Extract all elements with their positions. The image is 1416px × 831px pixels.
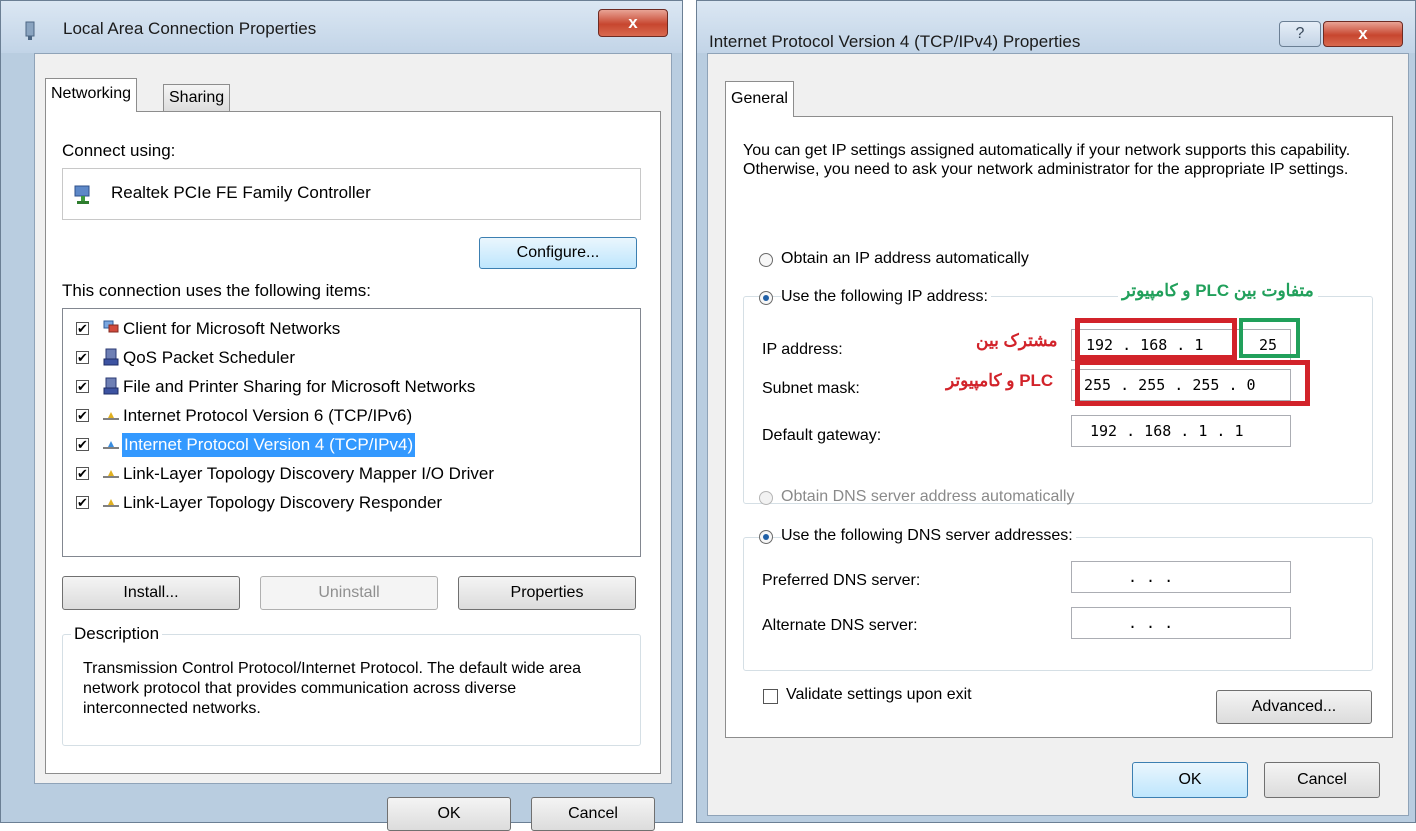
file-printer-checkbox[interactable]: ✔ xyxy=(76,380,89,393)
tab-general[interactable]: General xyxy=(725,81,794,117)
description-legend: Description xyxy=(71,624,163,644)
configure-button[interactable]: Configure... xyxy=(479,237,637,269)
ip-address-label: IP address: xyxy=(762,341,843,358)
alternate-dns-field[interactable]: . . . xyxy=(1071,607,1291,639)
list-item[interactable]: ✔ Internet Protocol Version 6 (TCP/IPv6) xyxy=(63,404,633,433)
left-window-title: Local Area Connection Properties xyxy=(63,19,317,38)
help-icon: ? xyxy=(1295,25,1305,42)
description-group: Description Transmission Control Protoco… xyxy=(62,624,641,746)
left-client-area: Networking Sharing Connect using: Realte… xyxy=(34,53,672,831)
items-list[interactable]: ✔ Client for Microsoft Networks ✔ QoS Pa… xyxy=(62,308,641,557)
ipv6-checkbox[interactable]: ✔ xyxy=(76,409,89,422)
install-button[interactable]: Install... xyxy=(62,576,240,610)
tab-sharing[interactable]: Sharing xyxy=(163,84,231,112)
items-label: This connection uses the following items… xyxy=(62,281,371,300)
list-item[interactable]: ✔ Client for Microsoft Networks xyxy=(63,317,633,346)
uninstall-button[interactable]: Uninstall xyxy=(260,576,438,610)
network-adapter-card-icon xyxy=(74,185,90,204)
default-gateway-field[interactable]: 192 . 168 . 1 . 1 xyxy=(1071,415,1291,447)
close-icon: x xyxy=(628,13,638,32)
networking-panel: Connect using: Realtek PCIe FE Family Co… xyxy=(45,111,661,774)
client-checkbox[interactable]: ✔ xyxy=(76,322,89,335)
ipv4-properties-window: Internet Protocol Version 4 (TCP/IPv4) P… xyxy=(696,0,1416,823)
left-cancel-button[interactable]: Cancel xyxy=(531,797,655,831)
subnet-mask-label: Subnet mask: xyxy=(762,380,860,397)
use-dns-radio[interactable] xyxy=(759,530,773,544)
description-text: Transmission Control Protocol/Internet P… xyxy=(83,660,582,717)
general-panel: You can get IP settings assigned automat… xyxy=(725,116,1393,738)
close-icon: x xyxy=(1358,24,1368,43)
help-button[interactable]: ? xyxy=(1279,21,1321,47)
obtain-ip-radio[interactable] xyxy=(759,253,773,267)
left-title-bar[interactable]: Local Area Connection Properties x xyxy=(1,1,682,53)
alternate-dns-label: Alternate DNS server: xyxy=(762,617,918,634)
ipv4-selected-label: Internet Protocol Version 4 (TCP/IPv4) xyxy=(122,433,416,457)
network-client-icon xyxy=(103,320,119,333)
use-ip-radio[interactable] xyxy=(759,291,773,305)
advanced-button[interactable]: Advanced... xyxy=(1216,690,1372,724)
list-item[interactable]: ✔ QoS Packet Scheduler xyxy=(63,346,633,375)
validate-checkbox[interactable] xyxy=(763,689,778,704)
network-adapter-icon xyxy=(25,21,35,40)
common-part-highlight-subnet xyxy=(1075,360,1310,406)
preferred-dns-label: Preferred DNS server: xyxy=(762,572,921,589)
protocol-icon xyxy=(103,499,119,507)
properties-button[interactable]: Properties xyxy=(458,576,636,610)
different-annotation: متفاوت بین PLC و کامپیوتر xyxy=(1118,281,1318,301)
obtain-ip-label[interactable]: Obtain an IP address automatically xyxy=(781,250,1029,268)
left-close-button[interactable]: x xyxy=(598,9,668,37)
qos-checkbox[interactable]: ✔ xyxy=(76,351,89,364)
validate-label[interactable]: Validate settings upon exit xyxy=(786,686,972,704)
right-ok-button[interactable]: OK xyxy=(1132,762,1248,798)
network-service-icon xyxy=(103,348,119,366)
protocol-icon xyxy=(103,412,119,420)
adapter-box: Realtek PCIe FE Family Controller xyxy=(62,168,641,220)
host-part-highlight xyxy=(1239,318,1300,358)
protocol-icon xyxy=(103,441,119,449)
connect-using-label: Connect using: xyxy=(62,141,176,160)
ipv4-checkbox[interactable]: ✔ xyxy=(76,438,89,451)
right-window-title: Internet Protocol Version 4 (TCP/IPv4) P… xyxy=(709,32,1081,51)
lltd-mapper-checkbox[interactable]: ✔ xyxy=(76,467,89,480)
lltd-responder-checkbox[interactable]: ✔ xyxy=(76,496,89,509)
list-item[interactable]: ✔ Link-Layer Topology Discovery Mapper I… xyxy=(63,462,633,491)
list-item[interactable]: ✔ Link-Layer Topology Discovery Responde… xyxy=(63,491,633,520)
list-item[interactable]: ✔ Internet Protocol Version 4 (TCP/IPv4) xyxy=(63,433,633,462)
use-dns-label[interactable]: Use the following DNS server addresses: xyxy=(781,527,1076,545)
common-annotation-line2: PLC و کامپیوتر xyxy=(946,371,1054,390)
use-ip-label[interactable]: Use the following IP address: xyxy=(781,288,991,306)
local-area-connection-properties-window: Local Area Connection Properties x Netwo… xyxy=(0,0,683,831)
obtain-dns-radio[interactable] xyxy=(759,491,773,505)
right-close-button[interactable]: x xyxy=(1323,21,1403,47)
list-item[interactable]: ✔ File and Printer Sharing for Microsoft… xyxy=(63,375,633,404)
preferred-dns-value: . . . xyxy=(1128,568,1174,586)
common-annotation-line1: مشترک بین xyxy=(976,331,1058,350)
default-gateway-label: Default gateway: xyxy=(762,427,882,444)
default-gateway-value: 192 . 168 . 1 . 1 xyxy=(1090,422,1244,440)
alternate-dns-value: . . . xyxy=(1128,614,1174,632)
network-service-icon xyxy=(103,377,119,395)
preferred-dns-field[interactable]: . . . xyxy=(1071,561,1291,593)
common-part-highlight-ip xyxy=(1075,318,1237,360)
adapter-name: Realtek PCIe FE Family Controller xyxy=(111,183,371,202)
left-ok-button[interactable]: OK xyxy=(387,797,511,831)
right-cancel-button[interactable]: Cancel xyxy=(1264,762,1380,798)
right-client-area: General You can get IP settings assigned… xyxy=(707,53,1409,816)
protocol-icon xyxy=(103,470,119,478)
tab-networking[interactable]: Networking xyxy=(45,78,138,112)
dns-settings-group xyxy=(743,537,1373,671)
intro-text: You can get IP settings assigned automat… xyxy=(743,142,1351,178)
obtain-dns-label[interactable]: Obtain DNS server address automatically xyxy=(781,488,1074,506)
right-title-bar[interactable]: Internet Protocol Version 4 (TCP/IPv4) P… xyxy=(697,1,1415,53)
